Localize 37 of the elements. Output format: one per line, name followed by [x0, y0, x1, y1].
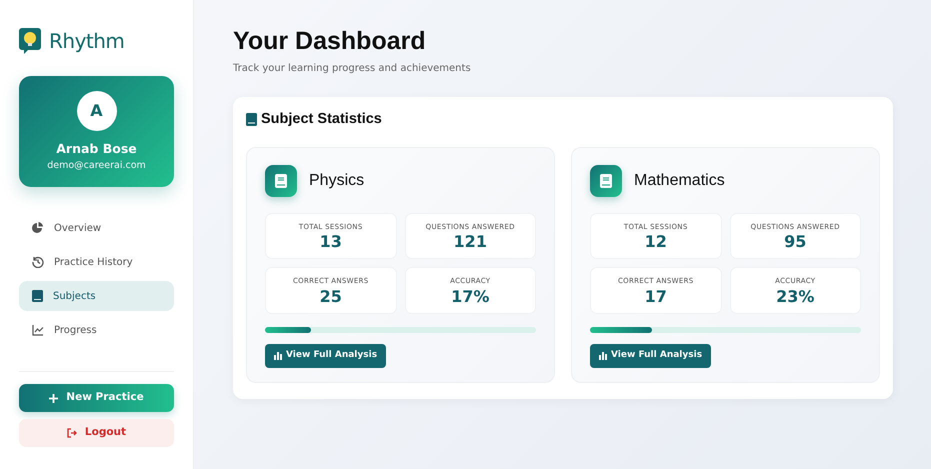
subject-name: Physics	[309, 170, 364, 191]
history-icon	[32, 256, 44, 268]
stat-value: 12	[644, 232, 668, 252]
view-analysis-button[interactable]: View Full Analysis	[590, 344, 712, 368]
nav-item[interactable]: Subjects	[19, 281, 174, 311]
plus-icon	[49, 394, 58, 402]
book-icon	[590, 164, 622, 197]
bar-chart-icon	[274, 352, 282, 360]
new-practice-button[interactable]: New Practice	[19, 384, 174, 412]
stat-value: 25	[318, 286, 343, 306]
nav-item[interactable]: Progress	[19, 315, 174, 345]
pie-chart-icon	[32, 222, 44, 234]
stat-value: 13	[318, 232, 343, 252]
nav-item[interactable]: Overview	[19, 213, 174, 243]
logout-icon	[66, 428, 77, 438]
section-title: Subject Statistics	[261, 110, 382, 129]
user-name: Arnab Bose	[55, 140, 138, 158]
view-analysis-button[interactable]: View Full Analysis	[265, 344, 386, 368]
book-icon	[32, 290, 43, 302]
stat-value: 23%	[775, 286, 816, 306]
page-title: Your Dashboard	[233, 26, 427, 56]
book-icon	[265, 164, 297, 197]
logo-icon	[19, 28, 41, 54]
brand-name: Rhythm	[49, 28, 124, 55]
book-icon	[246, 113, 257, 126]
subject-name: Mathematics	[634, 170, 725, 191]
logout-button[interactable]: Logout	[19, 419, 174, 447]
avatar: A	[76, 91, 116, 131]
nav-item[interactable]: Practice History	[19, 247, 174, 277]
stat-value: 121	[452, 232, 488, 252]
user-email: demo@careerai.com	[46, 158, 147, 173]
bar-chart-icon	[599, 352, 607, 360]
page-subtitle: Track your learning progress and achievements	[233, 62, 472, 76]
stat-value: 17	[644, 286, 668, 306]
line-chart-icon	[32, 324, 44, 336]
stat-value: 17%	[450, 286, 490, 306]
stat-value: 95	[783, 232, 808, 252]
